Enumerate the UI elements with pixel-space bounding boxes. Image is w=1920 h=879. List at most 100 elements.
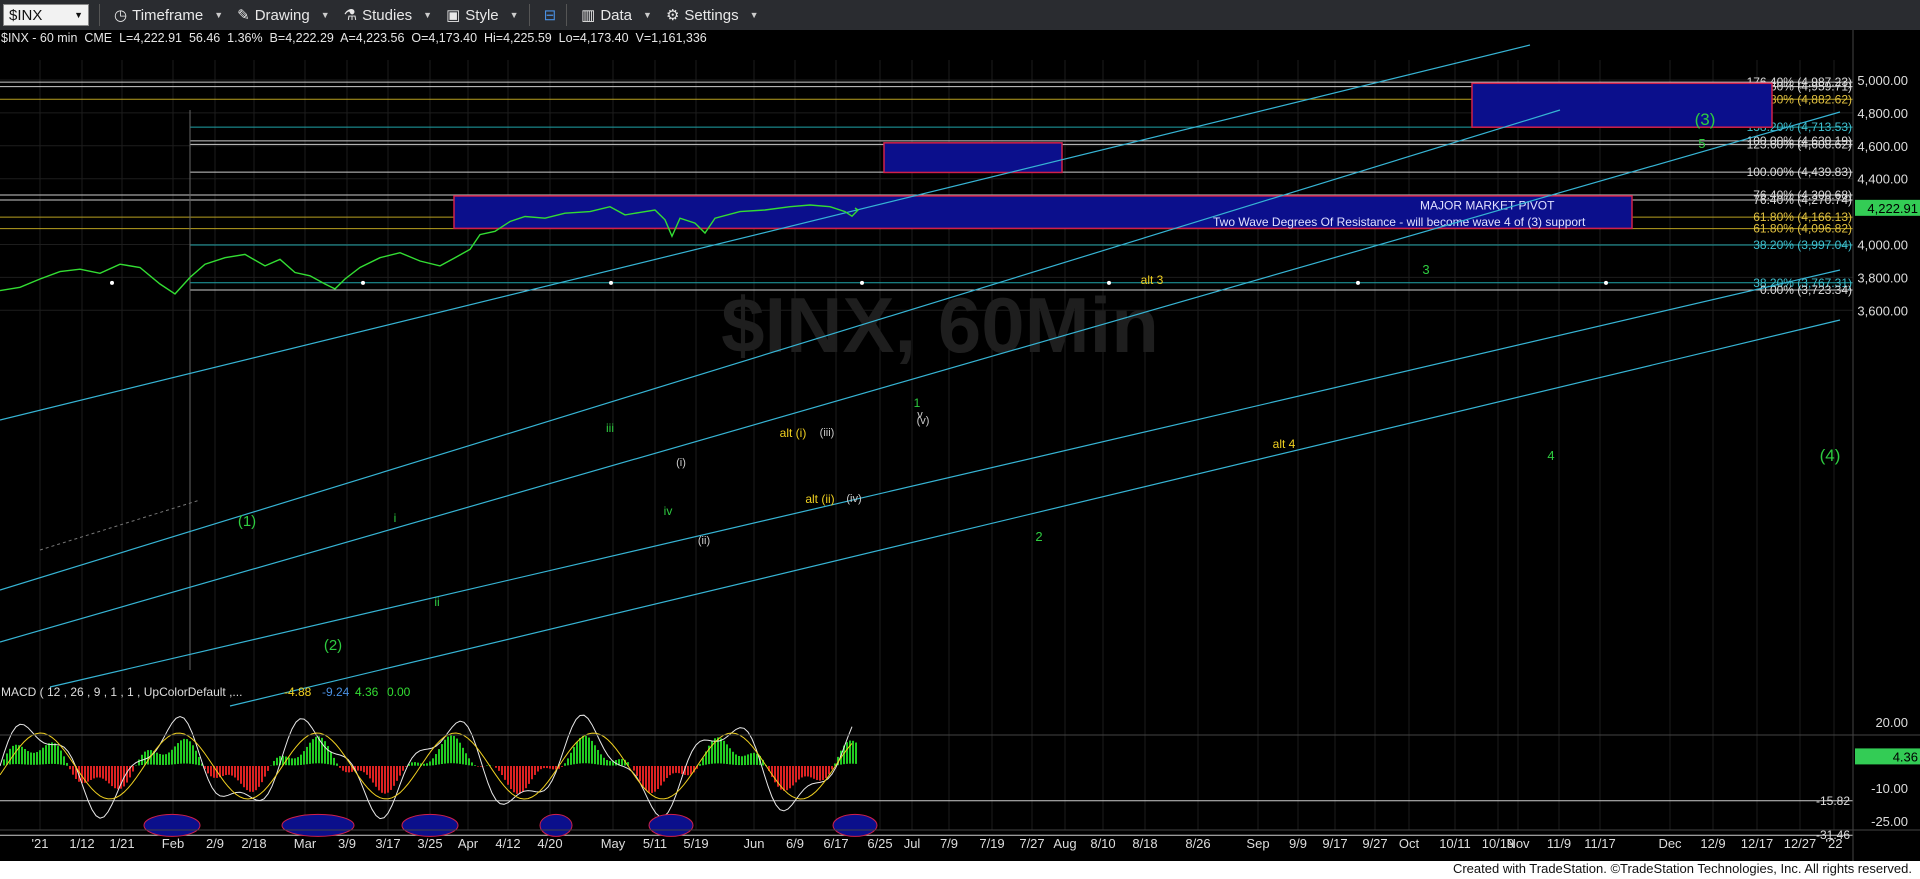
macd-histogram-bar bbox=[99, 766, 101, 778]
macd-histogram-bar bbox=[678, 766, 680, 774]
macd-histogram-bar bbox=[69, 766, 71, 770]
major-market-pivot-label: MAJOR MARKET PIVOT bbox=[1420, 199, 1555, 213]
macd-histogram-bar bbox=[813, 766, 815, 779]
macd-histogram-bar bbox=[597, 749, 599, 765]
time-axis-label: 7/27 bbox=[1019, 836, 1044, 851]
macd-histogram-bar bbox=[168, 752, 170, 765]
timeframe-menu[interactable]: ◷ Timeframe ▼ bbox=[114, 6, 223, 25]
macd-histogram-bar bbox=[495, 766, 497, 768]
macd-histogram-bar bbox=[747, 754, 749, 765]
macd-histogram-bar bbox=[225, 766, 227, 776]
macd-histogram-bar bbox=[345, 766, 347, 773]
macd-histogram-bar bbox=[93, 766, 95, 779]
macd-histogram-bar bbox=[552, 766, 554, 770]
price-axis-tick: 5,000.00 bbox=[1857, 73, 1908, 88]
macd-histogram-bar bbox=[801, 766, 803, 778]
macd-histogram-bar bbox=[528, 766, 530, 784]
macd-histogram-bar bbox=[309, 742, 311, 764]
wave-label-green: i bbox=[394, 511, 397, 525]
wave-label-green: 4 bbox=[1547, 448, 1554, 463]
macd-histogram-bar bbox=[306, 746, 308, 765]
macd-histogram-bar bbox=[291, 758, 293, 766]
data-menu[interactable]: ▥ Data ▼ bbox=[581, 6, 652, 25]
macd-histogram-bar bbox=[690, 766, 692, 775]
time-axis-label: 3/25 bbox=[417, 836, 442, 851]
style-menu[interactable]: ▣ Style ▼ bbox=[446, 6, 518, 25]
macd-value: 4.36 bbox=[355, 685, 379, 699]
macd-axis-tick: 20.00 bbox=[1875, 715, 1908, 730]
macd-histogram-bar bbox=[105, 766, 107, 781]
macd-histogram-bar bbox=[417, 762, 419, 766]
toolbar-divider bbox=[99, 4, 100, 26]
price-chart[interactable]: $INX, 60Min 176.40% (4,987.23)123.60% (4… bbox=[0, 30, 1920, 861]
time-axis-label: 4/20 bbox=[537, 836, 562, 851]
macd-histogram-bar bbox=[741, 756, 743, 766]
macd-histogram-bar bbox=[576, 741, 578, 764]
macd-histogram-bar bbox=[531, 766, 533, 780]
macd-histogram-bar bbox=[189, 741, 191, 764]
studies-menu[interactable]: ⚗ Studies ▼ bbox=[344, 6, 432, 25]
macd-histogram-bar bbox=[831, 766, 833, 770]
time-axis-label: 12/27 bbox=[1784, 836, 1817, 851]
macd-histogram-bar bbox=[447, 736, 449, 764]
macd-histogram-bar bbox=[159, 754, 161, 765]
macd-histogram-bar bbox=[330, 751, 332, 765]
macd-histogram-bar bbox=[327, 746, 329, 765]
macd-histogram-bar bbox=[303, 751, 305, 765]
time-axis-label: Mar bbox=[294, 836, 317, 851]
price-axis-tick: 4,800.00 bbox=[1857, 106, 1908, 121]
macd-histogram-bar bbox=[675, 766, 677, 773]
macd-last-label: 4.36 bbox=[1893, 749, 1918, 764]
macd-histogram-bar bbox=[96, 766, 98, 778]
macd-histogram-bar bbox=[720, 738, 722, 764]
macd-histogram-bar bbox=[828, 766, 830, 775]
pencil-icon: ✎ bbox=[237, 7, 250, 24]
macd-histogram-bar bbox=[561, 766, 563, 767]
macd-histogram-bar bbox=[663, 766, 665, 782]
macd-histogram-bar bbox=[102, 766, 104, 779]
macd-histogram-bar bbox=[474, 765, 476, 766]
symbol-input[interactable]: $INX ▼ bbox=[3, 4, 89, 26]
macd-histogram-bar bbox=[360, 766, 362, 771]
time-axis-label: 8/18 bbox=[1132, 836, 1157, 851]
macd-histogram-bar bbox=[273, 760, 275, 766]
macd-histogram-bar bbox=[783, 766, 785, 791]
macd-histogram-bar bbox=[51, 742, 53, 764]
macd-histogram-bar bbox=[45, 745, 47, 765]
macd-histogram-bar bbox=[549, 766, 551, 769]
time-axis-label: 7/9 bbox=[940, 836, 958, 851]
macd-histogram-bar bbox=[804, 766, 806, 777]
layout-icon: ⊟ bbox=[543, 7, 557, 24]
macd-histogram-bar bbox=[15, 744, 17, 765]
wave-label-yellow: alt 3 bbox=[1141, 273, 1164, 287]
macd-histogram-bar bbox=[543, 766, 545, 769]
macd-histogram-bar bbox=[267, 766, 269, 771]
wave-label-green: 5 bbox=[1698, 136, 1705, 151]
macd-histogram-bar bbox=[453, 735, 455, 764]
layout-button[interactable]: ⊟ bbox=[544, 6, 557, 24]
macd-histogram-bar bbox=[591, 740, 593, 764]
settings-menu[interactable]: ⚙ Settings ▼ bbox=[666, 6, 759, 25]
macd-histogram-bar bbox=[642, 766, 644, 787]
macd-axis-tick: -25.00 bbox=[1871, 814, 1908, 829]
macd-histogram-bar bbox=[792, 766, 794, 786]
macd-histogram-bar bbox=[450, 735, 452, 764]
time-axis-label: Aug bbox=[1053, 836, 1076, 851]
footer-credit: Created with TradeStation. ©TradeStation… bbox=[1452, 861, 1912, 876]
wave-label-white: (iv) bbox=[846, 493, 861, 505]
price-axis-tick: 4,600.00 bbox=[1857, 139, 1908, 154]
macd-histogram-bar bbox=[423, 763, 425, 766]
macd-histogram-bar bbox=[621, 758, 623, 766]
macd-histogram-bar bbox=[288, 757, 290, 766]
macd-histogram-bar bbox=[594, 745, 596, 765]
macd-histogram-bar bbox=[402, 766, 404, 771]
macd-histogram-bar bbox=[660, 766, 662, 786]
drawing-menu[interactable]: ✎ Drawing ▼ bbox=[237, 6, 330, 25]
time-axis-label: 9/9 bbox=[1289, 836, 1307, 851]
macd-histogram-bar bbox=[540, 766, 542, 770]
macd-histogram-bar bbox=[429, 761, 431, 766]
macd-histogram-bar bbox=[522, 766, 524, 792]
macd-histogram-bar bbox=[687, 766, 689, 776]
macd-histogram-bar bbox=[264, 766, 266, 777]
macd-divergence-marker bbox=[143, 813, 201, 837]
